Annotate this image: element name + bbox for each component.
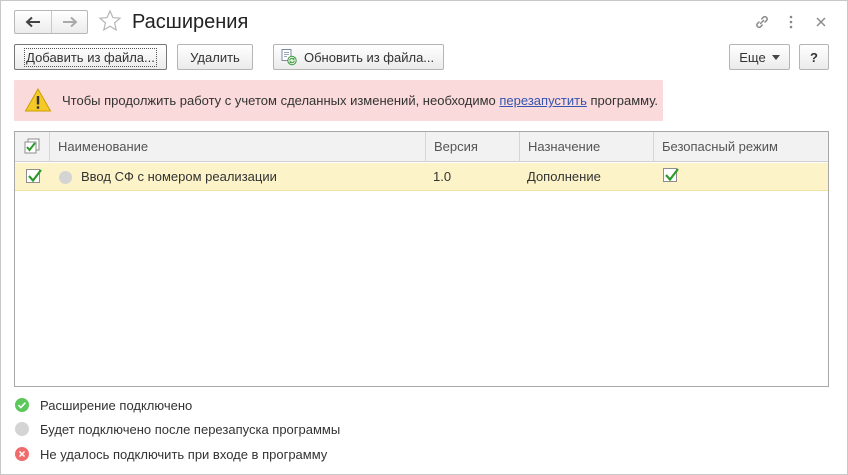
status-connected-icon	[15, 398, 29, 412]
header-name[interactable]: Наименование	[49, 132, 425, 162]
delete-button[interactable]: Удалить	[177, 44, 253, 70]
warning-text-before: Чтобы продолжить работу с учетом сделанн…	[62, 93, 500, 108]
row-safe-mode-checkbox[interactable]	[663, 168, 679, 182]
legend-failed: Не удалось подключить при входе в програ…	[15, 445, 327, 463]
restart-link[interactable]: перезапустить	[499, 93, 586, 108]
legend-connected-text: Расширение подключено	[40, 397, 193, 413]
legend-pending: Будет подключено после перезапуска прогр…	[15, 420, 340, 438]
table-row[interactable]: Ввод СФ с номером реализации 1.0 Дополне…	[15, 163, 828, 191]
delete-label: Удалить	[190, 49, 240, 65]
add-from-file-label: Добавить из файла...	[24, 47, 157, 67]
row-version: 1.0	[433, 169, 452, 184]
warning-message: Чтобы продолжить работу с учетом сделанн…	[62, 93, 658, 108]
dropdown-arrow-icon	[771, 54, 780, 60]
navigation-buttons	[14, 10, 88, 34]
window-title: Расширения	[132, 11, 249, 33]
header-safe-mode[interactable]: Безопасный режим	[653, 132, 828, 162]
close-icon[interactable]	[810, 11, 832, 33]
check-all-icon	[24, 138, 40, 154]
restart-warning: Чтобы продолжить работу с учетом сделанн…	[14, 80, 663, 121]
status-failed-icon	[15, 447, 29, 461]
row-purpose: Дополнение	[527, 169, 601, 184]
header-active-column[interactable]	[15, 132, 49, 162]
help-label: ?	[810, 49, 818, 65]
forward-button[interactable]	[51, 11, 87, 33]
status-pending-icon	[59, 170, 72, 184]
more-button[interactable]: Еще	[729, 44, 790, 70]
header-purpose[interactable]: Назначение	[519, 132, 653, 162]
header-version[interactable]: Версия	[425, 132, 519, 162]
back-button[interactable]	[15, 11, 51, 33]
row-name: Ввод СФ с номером реализации	[81, 169, 277, 184]
more-label: Еще	[739, 49, 766, 65]
checkmark-icon	[665, 168, 679, 182]
table-header: Наименование Версия Назначение Безопасны…	[15, 132, 828, 162]
title-bar: Расширения	[1, 1, 847, 43]
warning-text-after: программу.	[586, 93, 659, 108]
more-vertical-icon[interactable]	[780, 11, 802, 33]
update-file-icon	[281, 49, 297, 66]
legend-connected: Расширение подключено	[15, 396, 192, 414]
update-from-file-button[interactable]: Обновить из файла...	[273, 44, 444, 70]
link-icon[interactable]	[751, 11, 773, 33]
update-from-file-label: Обновить из файла...	[304, 49, 435, 65]
legend-failed-text: Не удалось подключить при входе в програ…	[40, 446, 328, 462]
checkmark-icon	[28, 169, 42, 183]
status-pending-icon	[15, 422, 29, 436]
add-from-file-button[interactable]: Добавить из файла...	[14, 44, 167, 70]
extensions-table: Наименование Версия Назначение Безопасны…	[14, 131, 829, 387]
row-active-checkbox[interactable]	[26, 169, 42, 183]
arrow-right-icon	[62, 16, 77, 28]
arrow-left-icon	[25, 16, 40, 28]
help-button[interactable]: ?	[799, 44, 829, 70]
legend-pending-text: Будет подключено после перезапуска прогр…	[40, 421, 341, 437]
favorite-star-icon[interactable]	[98, 9, 122, 33]
extensions-window: Расширения Добавить из файла... Удалить	[0, 0, 848, 475]
warning-triangle-icon	[24, 87, 52, 112]
